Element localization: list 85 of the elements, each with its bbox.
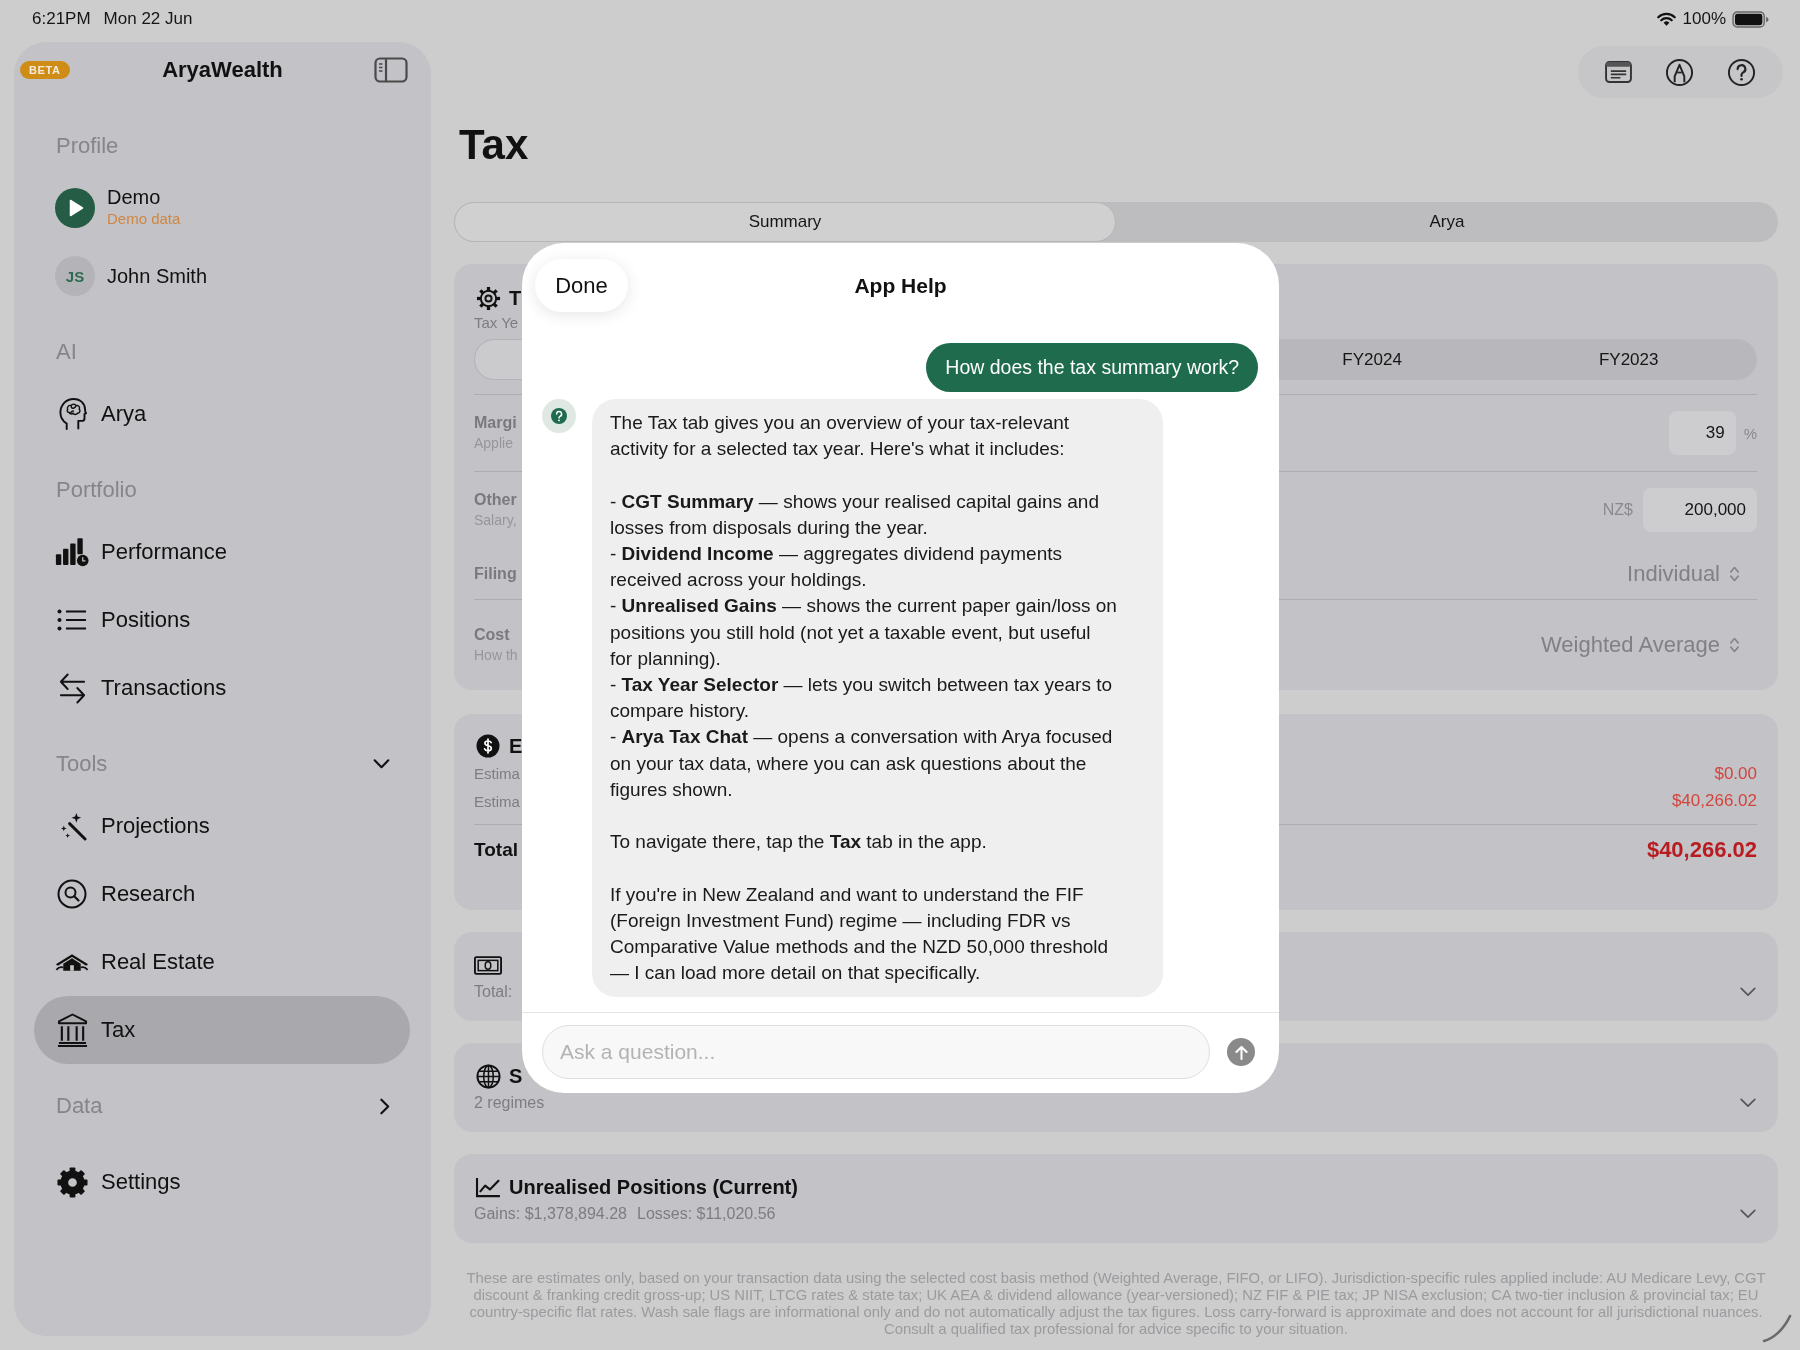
currency-label: NZ$: [1602, 501, 1633, 519]
field-label: Tax Ye: [474, 313, 519, 333]
chevron-down-icon[interactable]: [373, 759, 390, 769]
sidebar-item[interactable]: JS John Smith: [34, 242, 410, 310]
section-header: Data: [56, 1093, 103, 1119]
card-title: S: [509, 1064, 523, 1088]
chevron-right-icon[interactable]: [380, 1097, 390, 1115]
message-text: - CGT Summary — shows your realised capital gains and losses from disposals during the year. - Dividend Income — aggregates dividend payments received across your holdings. - Unrealised Gains — shows the current paper gain/loss on positions you still hold (not yet a taxable event, but useful for planning). - Tax Year Selector — lets you switch between tax years to compare history. - Arya Tax Chat — opens a conversation with Arya focused on your tax data, where you can ask questions about the figures shown.: [610, 489, 1118, 802]
tab[interactable]: Summary: [454, 202, 1116, 242]
sidebar-item[interactable]: Research: [34, 860, 410, 928]
card-subtitle: Gains: $1,378,894.28: [474, 1205, 627, 1223]
sidebar-item[interactable]: Arya: [34, 380, 410, 448]
wifi-icon: [1656, 12, 1676, 26]
tab[interactable]: Arya: [1116, 202, 1778, 242]
beta-badge: BETA: [20, 61, 70, 79]
dollar-icon: [476, 734, 500, 758]
question-input[interactable]: Ask a question...: [542, 1025, 1210, 1079]
search-icon: [57, 879, 87, 909]
updown-chevron-icon: [1729, 564, 1740, 583]
pen-tip-icon[interactable]: [1665, 57, 1694, 87]
section-header: Profile: [56, 133, 119, 159]
sidebar-item[interactable]: Performance: [34, 518, 410, 586]
updown-chevron-icon: [1729, 636, 1740, 654]
play-icon: [55, 188, 95, 228]
avatar: JS: [55, 256, 95, 296]
sidebar-item[interactable]: Projections: [34, 792, 410, 860]
curve-stroke-icon: [1762, 1313, 1792, 1343]
card-subtitle: Total:: [474, 983, 513, 1001]
gear-icon: [475, 285, 501, 311]
battery-icon: [1732, 10, 1770, 28]
help-icon[interactable]: [1727, 57, 1757, 87]
page-title: Tax: [459, 120, 530, 170]
row-value: $40,266.02: [1671, 791, 1757, 812]
unit-label: %: [1743, 424, 1757, 442]
status-date: Mon 22 Jun: [103, 9, 193, 29]
house-icon: [55, 952, 89, 972]
send-button[interactable]: [1227, 1038, 1255, 1066]
card-title: T: [509, 286, 522, 310]
sidebar-item[interactable]: Real Estate: [34, 928, 410, 996]
banknote-icon: [474, 955, 502, 975]
year-segment[interactable]: FY2023: [1500, 339, 1757, 380]
row-label: Estima: [474, 792, 520, 810]
bar-chart-icon: [55, 536, 89, 568]
status-time: 6:21PM: [32, 9, 91, 29]
section-header: Tools: [56, 751, 108, 777]
done-button[interactable]: Done: [535, 259, 628, 312]
total-value: $40,266.02: [1646, 837, 1757, 863]
brain-head-icon: [57, 397, 87, 431]
bank-icon: [56, 1013, 88, 1047]
sidebar-item[interactable]: Settings: [34, 1148, 410, 1216]
number-field[interactable]: 39: [1668, 411, 1736, 455]
card-title: E: [509, 734, 523, 758]
app-title: AryaWealth: [162, 57, 283, 83]
note-icon[interactable]: [1604, 61, 1632, 83]
message-text: If you're in New Zealand and want to understand the FIF (Foreign Investment Fund) regime — including FDR vs Comparative Value methods and the NZD 50,000 threshold — I can load more detail on that specifically.: [610, 882, 1110, 986]
row-label: Estima: [474, 765, 520, 783]
help-icon: [542, 399, 576, 433]
card-subtitle: 2 regimes: [474, 1094, 545, 1112]
row-value: $0.00: [1714, 763, 1757, 784]
section-header: AI: [56, 339, 77, 365]
user-message: How does the tax summary work?: [926, 343, 1258, 392]
list-icon: [57, 609, 87, 631]
line-chart-icon: [475, 1176, 501, 1198]
sidebar-toggle-icon[interactable]: [374, 57, 408, 83]
field-label: Other: [474, 490, 517, 510]
arrow-up-icon: [1234, 1044, 1248, 1060]
message-text: The Tax tab gives you an overview of your tax-relevant activity for a selected tax year. Here's what it includes:: [610, 411, 1071, 462]
field-label: Filing: [474, 563, 517, 584]
sidebar-item[interactable]: Positions: [34, 586, 410, 654]
total-label: Total: [474, 839, 518, 861]
field-label: Margi: [474, 413, 517, 433]
card-title: Unrealised Positions (Current): [509, 1175, 798, 1199]
sidebar-item[interactable]: Demo Demo data: [34, 174, 410, 242]
amount-field[interactable]: 200,000: [1643, 488, 1757, 532]
sidebar-item[interactable]: Tax: [34, 996, 410, 1064]
message-text: To navigate there, tap the Tax tab in the app.: [610, 830, 988, 855]
card-subtitle: Losses: $11,020.56: [637, 1205, 776, 1223]
section-header: Portfolio: [56, 477, 137, 503]
field-label: Cost: [474, 625, 510, 645]
battery-percent: 100%: [1682, 9, 1726, 29]
settings-icon: [56, 1166, 88, 1198]
swap-arrows-icon: [57, 671, 87, 705]
sidebar-item[interactable]: Transactions: [34, 654, 410, 722]
globe-icon: [475, 1063, 501, 1089]
dialog-title: App Help: [854, 273, 947, 298]
